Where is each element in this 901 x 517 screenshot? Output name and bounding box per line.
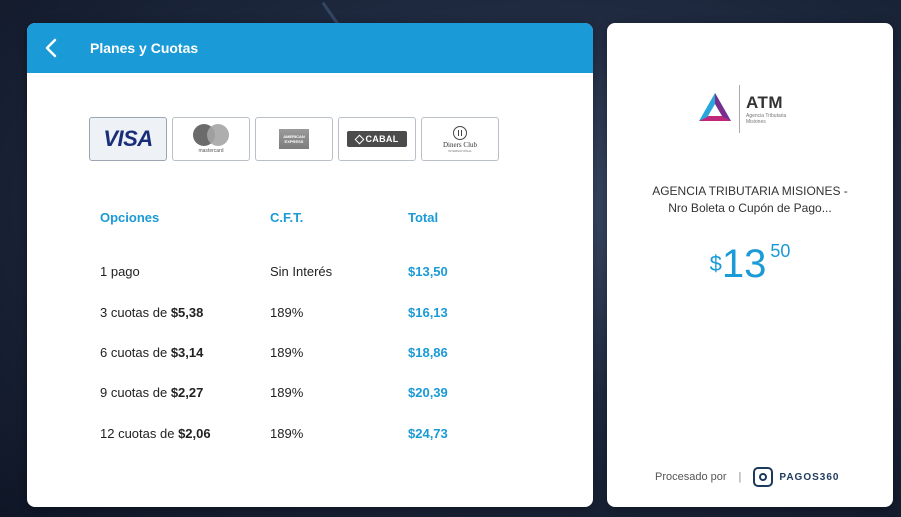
header-cft: C.F.T. xyxy=(270,210,304,225)
processor-footer: Procesado por | PAGOS360 xyxy=(655,467,839,487)
payment-amount: $13 50 xyxy=(607,241,893,287)
pagos360-logo-text: PAGOS360 xyxy=(779,471,840,483)
option-cell: 1 pago xyxy=(100,264,140,279)
plans-header: Planes y Cuotas xyxy=(27,23,593,73)
atm-logo-title: ATM xyxy=(746,93,784,112)
summary-card: ATM Agencia Tributaria Misiones AGENCIA … xyxy=(607,23,893,507)
footer-separator: | xyxy=(738,471,742,483)
option-cell: 3 cuotas de $5,38 xyxy=(100,305,204,320)
card-brand-selector: VISA mastercard AMERICAN EXPRESS CABAL D… xyxy=(89,117,499,161)
pagos360-icon xyxy=(753,467,774,487)
cft-cell: 189% xyxy=(270,345,304,360)
total-cell: $24,73 xyxy=(408,426,448,441)
diners-icon: Diners Club INTERNATIONAL xyxy=(442,125,478,153)
merchant-description: AGENCIA TRIBUTARIA MISIONES - Nro Boleta… xyxy=(607,183,893,217)
total-cell: $13,50 xyxy=(408,264,448,279)
amount-integer: 13 xyxy=(721,242,767,286)
atm-logo-sub2: Misiones xyxy=(746,119,766,125)
diners-logo-text: Diners Club xyxy=(442,140,478,149)
amex-icon: AMERICAN EXPRESS xyxy=(279,129,309,149)
cabal-logo-text: CABAL xyxy=(365,134,399,144)
amex-logo-text: AMERICAN EXPRESS xyxy=(283,134,305,144)
merchant-logo: ATM Agencia Tributaria Misiones xyxy=(697,85,786,133)
cft-cell: 189% xyxy=(270,426,304,441)
cft-cell: 189% xyxy=(270,385,304,400)
card-diners[interactable]: Diners Club INTERNATIONAL xyxy=(421,117,499,161)
page-title: Planes y Cuotas xyxy=(90,40,199,56)
option-cell: 9 cuotas de $2,27 xyxy=(100,385,204,400)
cft-cell: 189% xyxy=(270,305,304,320)
mastercard-icon: mastercard xyxy=(193,124,229,154)
diners-logo-subtext: INTERNATIONAL xyxy=(448,148,472,153)
cabal-icon: CABAL xyxy=(347,131,407,147)
total-cell: $20,39 xyxy=(408,385,448,400)
card-mastercard[interactable]: mastercard xyxy=(172,117,250,161)
card-cabal[interactable]: CABAL xyxy=(338,117,416,161)
header-total: Total xyxy=(408,210,439,225)
plans-card: Planes y Cuotas VISA mastercard AMERICAN… xyxy=(27,23,593,507)
amount-decimal: 50 xyxy=(770,241,791,261)
option-cell: 12 cuotas de $2,06 xyxy=(100,426,211,441)
merchant-reference: Nro Boleta o Cupón de Pago... xyxy=(668,201,832,215)
cft-cell: Sin Interés xyxy=(270,264,333,279)
total-cell: $16,13 xyxy=(408,305,448,320)
option-cell: 6 cuotas de $3,14 xyxy=(100,345,204,360)
merchant-name: AGENCIA TRIBUTARIA MISIONES - xyxy=(652,184,848,198)
card-amex[interactable]: AMERICAN EXPRESS xyxy=(255,117,333,161)
logo-divider xyxy=(739,85,740,133)
mastercard-logo-text: mastercard xyxy=(198,148,224,154)
header-options: Opciones xyxy=(100,210,160,225)
atm-logo-icon xyxy=(699,93,731,121)
card-visa[interactable]: VISA xyxy=(89,117,167,161)
processed-by-label: Procesado por xyxy=(655,471,727,483)
amount-currency: $ xyxy=(709,251,722,276)
visa-logo-text: VISA xyxy=(103,126,153,151)
total-cell: $18,86 xyxy=(408,345,448,360)
back-button[interactable] xyxy=(41,36,61,60)
chevron-left-icon xyxy=(45,38,57,58)
